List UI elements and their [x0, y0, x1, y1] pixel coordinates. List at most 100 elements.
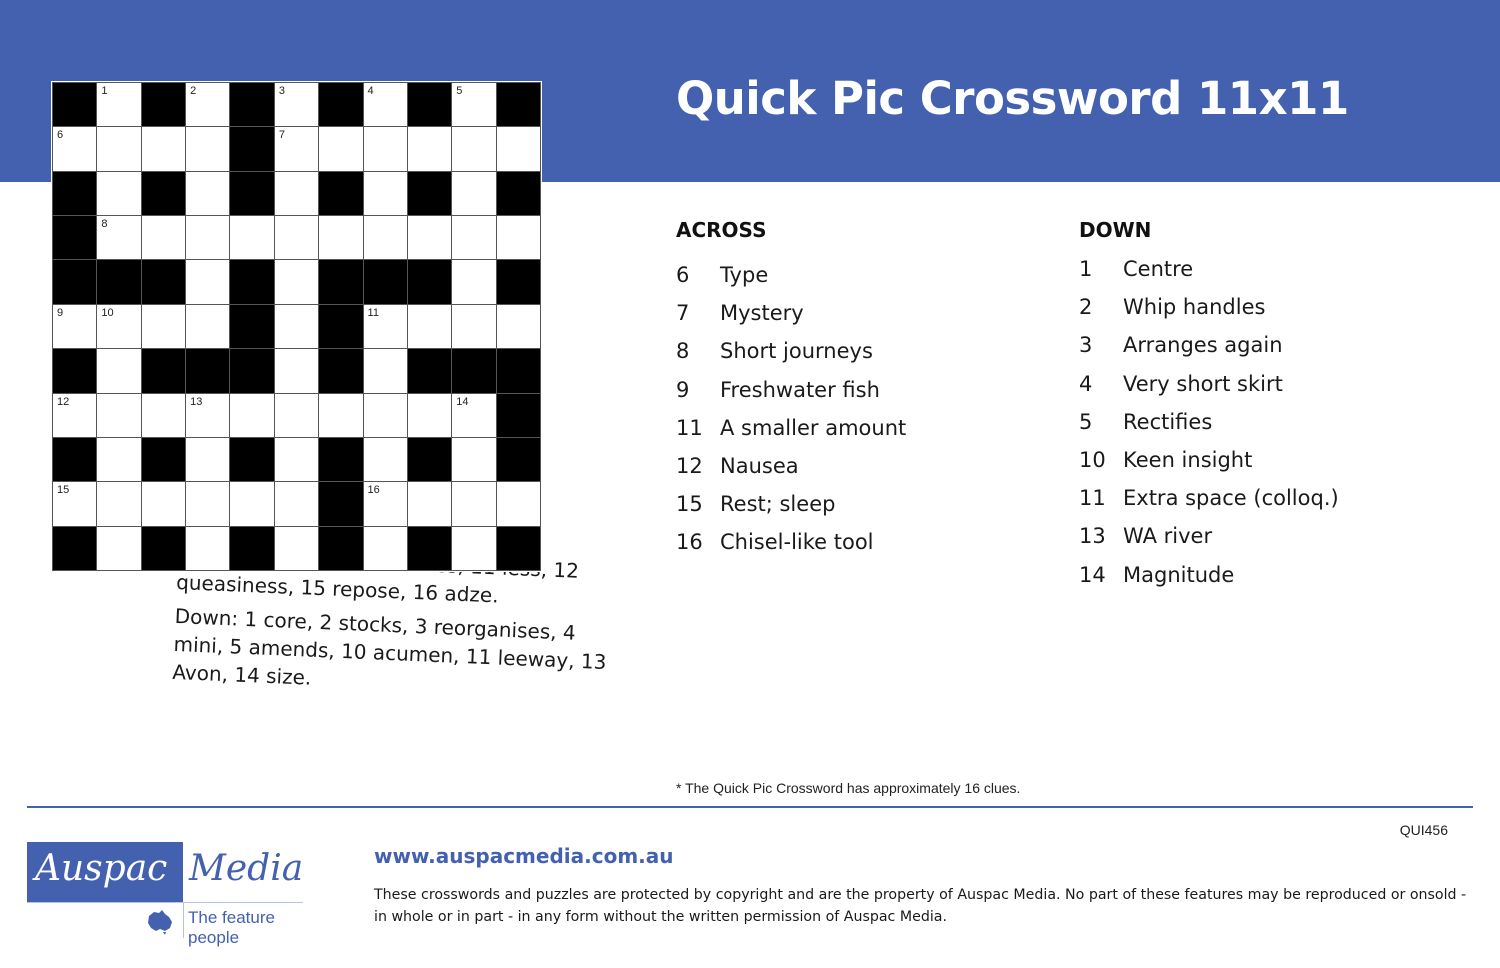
grid-cell[interactable]	[452, 127, 496, 171]
grid-cell[interactable]	[319, 216, 363, 260]
grid-cell[interactable]	[452, 526, 496, 570]
grid-cell[interactable]	[186, 260, 230, 304]
grid-cell[interactable]	[274, 526, 319, 570]
grid-cell[interactable]	[274, 349, 319, 393]
grid-cell[interactable]	[186, 171, 230, 216]
grid-cell[interactable]: 1	[97, 83, 141, 127]
website-link[interactable]: www.auspacmedia.com.au	[374, 844, 674, 868]
grid-cell[interactable]	[274, 437, 319, 482]
grid-cell[interactable]	[141, 216, 186, 260]
grid-cell[interactable]	[363, 171, 407, 216]
clue-number: 15	[57, 484, 70, 497]
grid-cell[interactable]: 11	[363, 304, 407, 349]
grid-cell[interactable]	[452, 482, 496, 526]
grid-cell[interactable]	[230, 393, 274, 437]
grid-cell[interactable]	[97, 393, 141, 437]
footer-divider	[27, 806, 1473, 808]
grid-cell[interactable]: 10	[97, 304, 141, 349]
grid-cell[interactable]: 16	[363, 482, 407, 526]
grid-cell[interactable]	[363, 437, 407, 482]
grid-cell[interactable]	[496, 216, 540, 260]
grid-cell[interactable]	[496, 127, 540, 171]
grid-cell[interactable]	[186, 482, 230, 526]
grid-cell[interactable]	[97, 127, 141, 171]
grid-cell[interactable]: 8	[97, 216, 141, 260]
grid-cell[interactable]	[186, 526, 230, 570]
clue-number: 10	[1079, 448, 1106, 473]
grid-cell[interactable]: 12	[53, 393, 97, 437]
grid-cell[interactable]	[97, 437, 141, 482]
grid-cell[interactable]: 3	[274, 83, 319, 127]
grid-cell[interactable]	[274, 482, 319, 526]
clue-number: 9	[676, 377, 690, 402]
copyright-notice: These crosswords and puzzles are protect…	[374, 887, 1467, 925]
grid-cell[interactable]	[319, 393, 363, 437]
grid-cell[interactable]	[452, 304, 496, 349]
grid-cell[interactable]: 7	[274, 127, 319, 171]
grid-cell[interactable]	[407, 127, 452, 171]
grid-cell[interactable]	[186, 304, 230, 349]
grid-cell[interactable]	[186, 216, 230, 260]
grid-cell[interactable]	[452, 171, 496, 216]
grid-cell[interactable]: 2	[186, 83, 230, 127]
down-heading: DOWN	[1079, 218, 1152, 242]
grid-cell[interactable]	[274, 171, 319, 216]
grid-cell[interactable]: 13	[186, 393, 230, 437]
grid-cell[interactable]	[186, 437, 230, 482]
clue-text: A smaller amount	[720, 415, 907, 440]
clue-number: 13	[1079, 524, 1106, 549]
grid-cell[interactable]	[97, 349, 141, 393]
grid-cell-black	[319, 349, 363, 393]
grid-cell[interactable]: 15	[53, 482, 97, 526]
across-clue: 11 A smaller amount	[676, 409, 906, 447]
grid-cell[interactable]	[97, 171, 141, 216]
grid-cell[interactable]	[274, 260, 319, 304]
grid-cell[interactable]	[363, 393, 407, 437]
grid-cell[interactable]	[97, 482, 141, 526]
grid-cell[interactable]	[274, 393, 319, 437]
grid-cell[interactable]: 4	[363, 83, 407, 127]
grid-cell[interactable]	[230, 482, 274, 526]
grid-cell[interactable]	[141, 482, 186, 526]
grid-cell[interactable]	[452, 260, 496, 304]
grid-cell[interactable]: 9	[53, 304, 97, 349]
grid-cell-black	[407, 260, 452, 304]
grid-cell[interactable]	[407, 482, 452, 526]
grid-cell[interactable]	[452, 437, 496, 482]
grid-cell-black	[496, 526, 540, 570]
grid-cell[interactable]	[407, 393, 452, 437]
grid-cell-black	[97, 260, 141, 304]
clue-number: 8	[676, 339, 690, 364]
grid-cell[interactable]: 5	[452, 83, 496, 127]
clue-text: Magnitude	[1123, 562, 1235, 587]
grid-cell[interactable]	[186, 127, 230, 171]
grid-cell[interactable]	[496, 304, 540, 349]
grid-cell[interactable]	[363, 216, 407, 260]
grid-cell[interactable]: 14	[452, 393, 496, 437]
grid-cell[interactable]	[274, 304, 319, 349]
grid-cell[interactable]	[97, 526, 141, 570]
grid-cell[interactable]	[141, 127, 186, 171]
grid-cell-black	[319, 171, 363, 216]
across-clue: 12 Nausea	[676, 447, 906, 485]
across-clue: 6 Type	[676, 256, 906, 294]
grid-cell[interactable]	[141, 393, 186, 437]
clue-number: 2	[190, 85, 197, 97]
grid-cell-black	[407, 171, 452, 216]
grid-cell[interactable]	[319, 127, 363, 171]
grid-cell[interactable]	[363, 127, 407, 171]
grid-cell[interactable]	[363, 349, 407, 393]
grid-cell[interactable]: 6	[53, 127, 97, 171]
grid-cell-black	[496, 83, 540, 127]
grid-cell[interactable]	[452, 216, 496, 260]
clue-number: 14	[1079, 562, 1106, 587]
grid-cell[interactable]	[407, 216, 452, 260]
grid-cell-black	[230, 349, 274, 393]
grid-cell[interactable]	[230, 216, 274, 260]
crossword-grid: 1 2 3 4 5 6 7 8 9 10 11 12 13 14 15 16	[52, 82, 541, 571]
grid-cell[interactable]	[496, 482, 540, 526]
grid-cell[interactable]	[141, 304, 186, 349]
grid-cell[interactable]	[363, 526, 407, 570]
grid-cell[interactable]	[407, 304, 452, 349]
grid-cell[interactable]	[274, 216, 319, 260]
